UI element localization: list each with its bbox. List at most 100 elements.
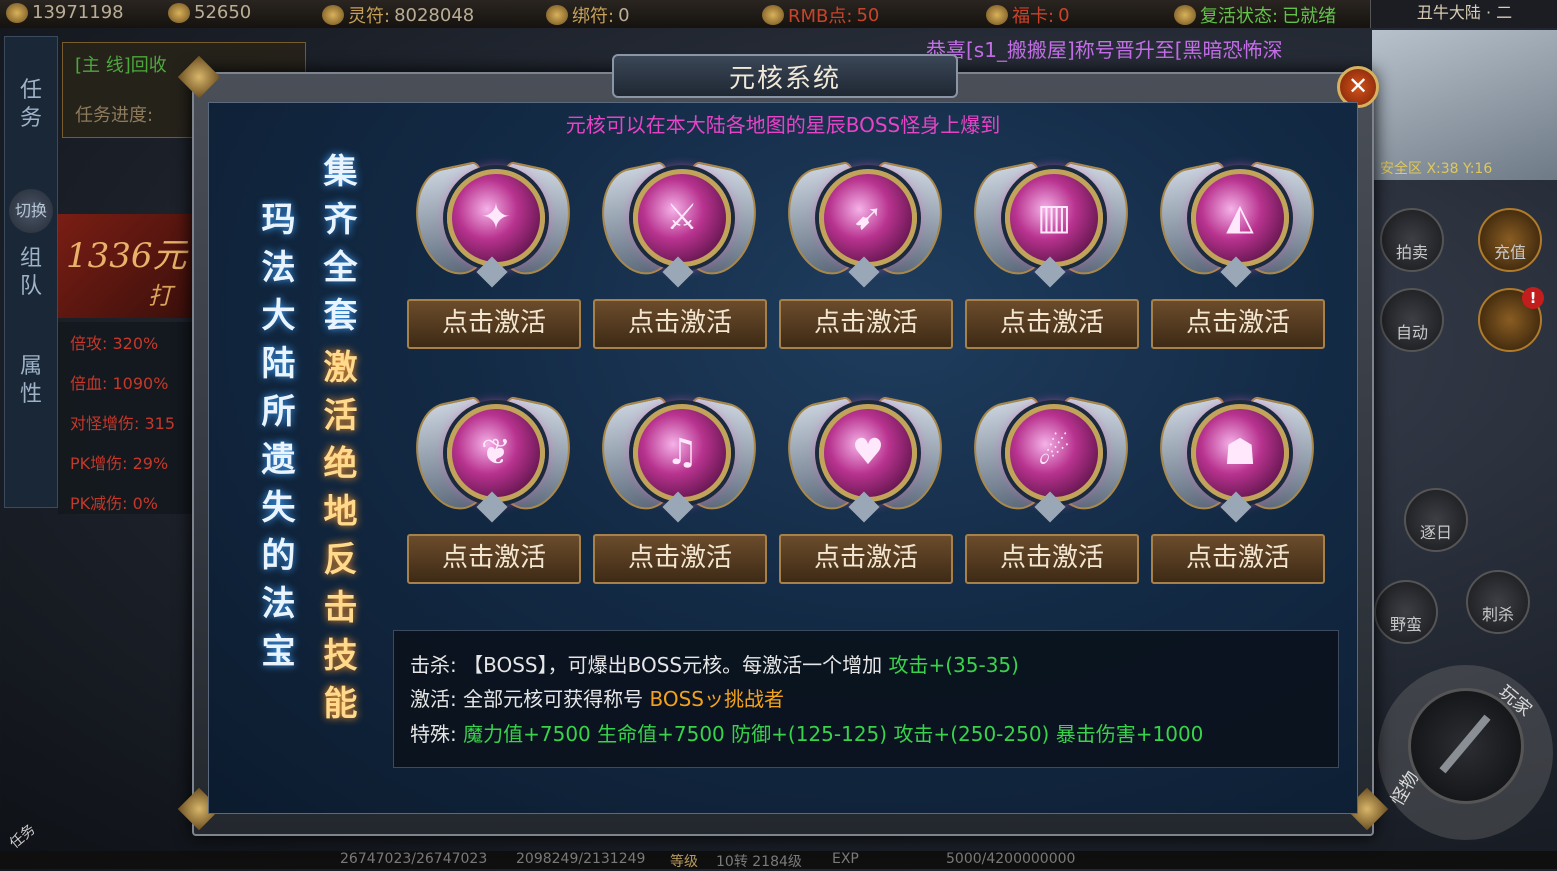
drop-hint: 元核可以在本大陆各地图的星辰BOSS怪身上爆到	[565, 113, 1001, 137]
corner-task-label[interactable]: 任务	[5, 819, 39, 852]
skill-cisha-button[interactable]: 刺杀	[1466, 570, 1530, 634]
activate-button[interactable]: 点击激活	[965, 299, 1139, 349]
attr-tab[interactable]: 属性	[17, 353, 45, 409]
activate-button[interactable]: 点击激活	[407, 299, 581, 349]
activate-button[interactable]: 点击激活	[779, 299, 953, 349]
fuka-icon	[986, 5, 1008, 25]
info-panel: 击杀: 【BOSS】，可爆出BOSS元核。每激活一个增加 攻击+(35-35) …	[393, 630, 1339, 768]
yuanhe-slot: ✦ 点击激活	[406, 151, 581, 351]
activate-button[interactable]: 点击激活	[407, 534, 581, 584]
dialog-title: 元核系统	[728, 64, 841, 94]
activate-line: 激活: 全部元核可获得称号 BOSSッ挑战者	[410, 687, 784, 711]
core-emblem[interactable]: ◭	[1150, 151, 1324, 288]
map-name: 丑牛大陆 · 二	[1370, 0, 1557, 28]
recharge-button[interactable]: 充值	[1478, 208, 1542, 272]
activate-button[interactable]: 点击激活	[593, 299, 767, 349]
bangfu-counter: 绑符: 0	[546, 2, 630, 28]
wing-icon: ❦	[480, 432, 512, 473]
lingfu-counter: 灵符: 8028048	[322, 2, 474, 28]
auction-button[interactable]: 拍卖	[1380, 208, 1444, 272]
core-emblem[interactable]: ▥	[964, 151, 1138, 288]
notification-badge: !	[1522, 287, 1544, 309]
stat-pk-reduce: PK减伤: 0%	[70, 494, 159, 513]
team-tab[interactable]: 组队	[17, 245, 45, 301]
fuka-counter: 福卡: 0	[986, 2, 1070, 28]
quest-title: [主 线]回收	[75, 55, 167, 76]
blade-icon: ➹	[852, 197, 884, 238]
yuanhe-slot: ☗ 点击激活	[1150, 386, 1325, 586]
core-emblem[interactable]: ➹	[778, 151, 952, 288]
vertical-slogan-right-1: 集齐全套	[317, 153, 357, 345]
vertical-slogan-right-2: 激活绝地反击技能	[317, 349, 357, 733]
core-emblem[interactable]: ❦	[406, 386, 580, 523]
core-emblem[interactable]: ☗	[1150, 386, 1324, 523]
core-emblem[interactable]: ♫	[592, 386, 766, 523]
rmb-icon	[762, 5, 784, 25]
activate-button[interactable]: 点击激活	[1151, 534, 1325, 584]
yuanhe-slot: ☄ 点击激活	[964, 386, 1139, 586]
gold-counter: 13971198	[6, 2, 124, 23]
exp-value: 5000/4200000000	[946, 851, 1076, 867]
warrior-icon: ⚔	[665, 197, 699, 238]
bangfu-icon	[546, 5, 568, 25]
special-line: 特殊: 魔力值+7500 生命值+7500 防御+(125-125) 攻击+(2…	[410, 722, 1204, 746]
ingot-counter: 52650	[168, 2, 251, 23]
lingfu-icon	[322, 5, 344, 25]
close-icon: ✕	[1347, 72, 1369, 100]
stat-pk-dmg: PK增伤: 29%	[70, 454, 169, 473]
revive-status: 复活状态: 已就绪	[1174, 2, 1336, 28]
attack-button[interactable]	[1408, 688, 1524, 804]
yuanhe-slot: ♫ 点击激活	[592, 386, 767, 586]
task-tab[interactable]: 任务	[17, 77, 45, 133]
level-label: 等级	[670, 854, 698, 870]
core-emblem[interactable]: ✦	[406, 151, 580, 288]
vertical-slogan-left: 玛法大陆所遗失的法宝	[255, 201, 295, 681]
yuanhe-slot: ♥ 点击激活	[778, 386, 953, 586]
music-icon: ♫	[665, 432, 699, 473]
heart-icon: ♥	[851, 432, 885, 473]
promo-sub: 打	[148, 282, 172, 310]
yuanhe-slot: ◭ 点击激活	[1150, 151, 1325, 351]
mp-value: 2098249/2131249	[516, 851, 646, 867]
revive-icon	[1174, 5, 1196, 25]
exp-label: EXP	[832, 851, 859, 867]
activate-button[interactable]: 点击激活	[965, 534, 1139, 584]
core-emblem[interactable]: ⚔	[592, 151, 766, 288]
stat-hp: 倍血: 1090%	[70, 374, 169, 393]
shuriken-icon: ✦	[480, 197, 512, 238]
yuanhe-dialog: 元核系统 ✕ 元核可以在本大陆各地图的星辰BOSS怪身上爆到 玛法大陆所遗失的法…	[177, 54, 1389, 836]
activate-button[interactable]: 点击激活	[1151, 299, 1325, 349]
switch-button[interactable]: 切换	[9, 189, 53, 233]
barrier-icon: ▥	[1036, 197, 1071, 238]
promo-banner[interactable]: 1336元 打	[58, 214, 192, 318]
shadow-icon: ☗	[1223, 432, 1257, 473]
dialog-body: 元核可以在本大陆各地图的星辰BOSS怪身上爆到 玛法大陆所遗失的法宝 集齐全套 …	[208, 102, 1358, 814]
activate-button[interactable]: 点击激活	[779, 534, 953, 584]
stat-monster-dmg: 对怪增伤: 315	[70, 414, 176, 433]
auto-button[interactable]: 自动	[1380, 288, 1444, 352]
skill-yeman-button[interactable]: 野蛮	[1374, 580, 1438, 644]
coords: 安全区 X:38 Y:16	[1380, 161, 1493, 177]
resource-bar: 13971198 52650 灵符: 8028048 绑符: 0 RMB点: 5…	[0, 0, 1557, 28]
stat-attack: 倍攻: 320%	[70, 334, 159, 353]
gold-icon	[6, 2, 28, 23]
hp-value: 26747023/26747023	[340, 851, 488, 867]
announcement: 恭喜[s1_搬搬屋]称号晋升至[黑暗恐怖深	[926, 38, 1283, 62]
bottom-status-bar: 26747023/26747023 2098249/2131249 等级 10转…	[0, 851, 1557, 870]
ingot-icon	[168, 2, 190, 23]
yuanhe-slot: ⚔ 点击激活	[592, 151, 767, 351]
promo-amount: 1336元	[66, 236, 187, 276]
core-emblem[interactable]: ☄	[964, 386, 1138, 523]
level-value: 10转 2184级	[716, 854, 802, 870]
yuanhe-slot: ▥ 点击激活	[964, 151, 1139, 351]
core-emblem[interactable]: ♥	[778, 386, 952, 523]
yuanhe-slot: ❦ 点击激活	[406, 386, 581, 586]
left-nav: 任务 切换 组队 属性	[4, 36, 58, 508]
cloak-icon: ◭	[1226, 197, 1254, 238]
title-plate: 元核系统	[612, 54, 958, 98]
skill-zhuri-button[interactable]: 逐日	[1404, 488, 1468, 552]
quest-progress: 任务进度:	[75, 105, 154, 126]
runner-icon: ☄	[1037, 432, 1071, 473]
activate-button[interactable]: 点击激活	[593, 534, 767, 584]
yuanhe-slot: ➹ 点击激活	[778, 151, 953, 351]
